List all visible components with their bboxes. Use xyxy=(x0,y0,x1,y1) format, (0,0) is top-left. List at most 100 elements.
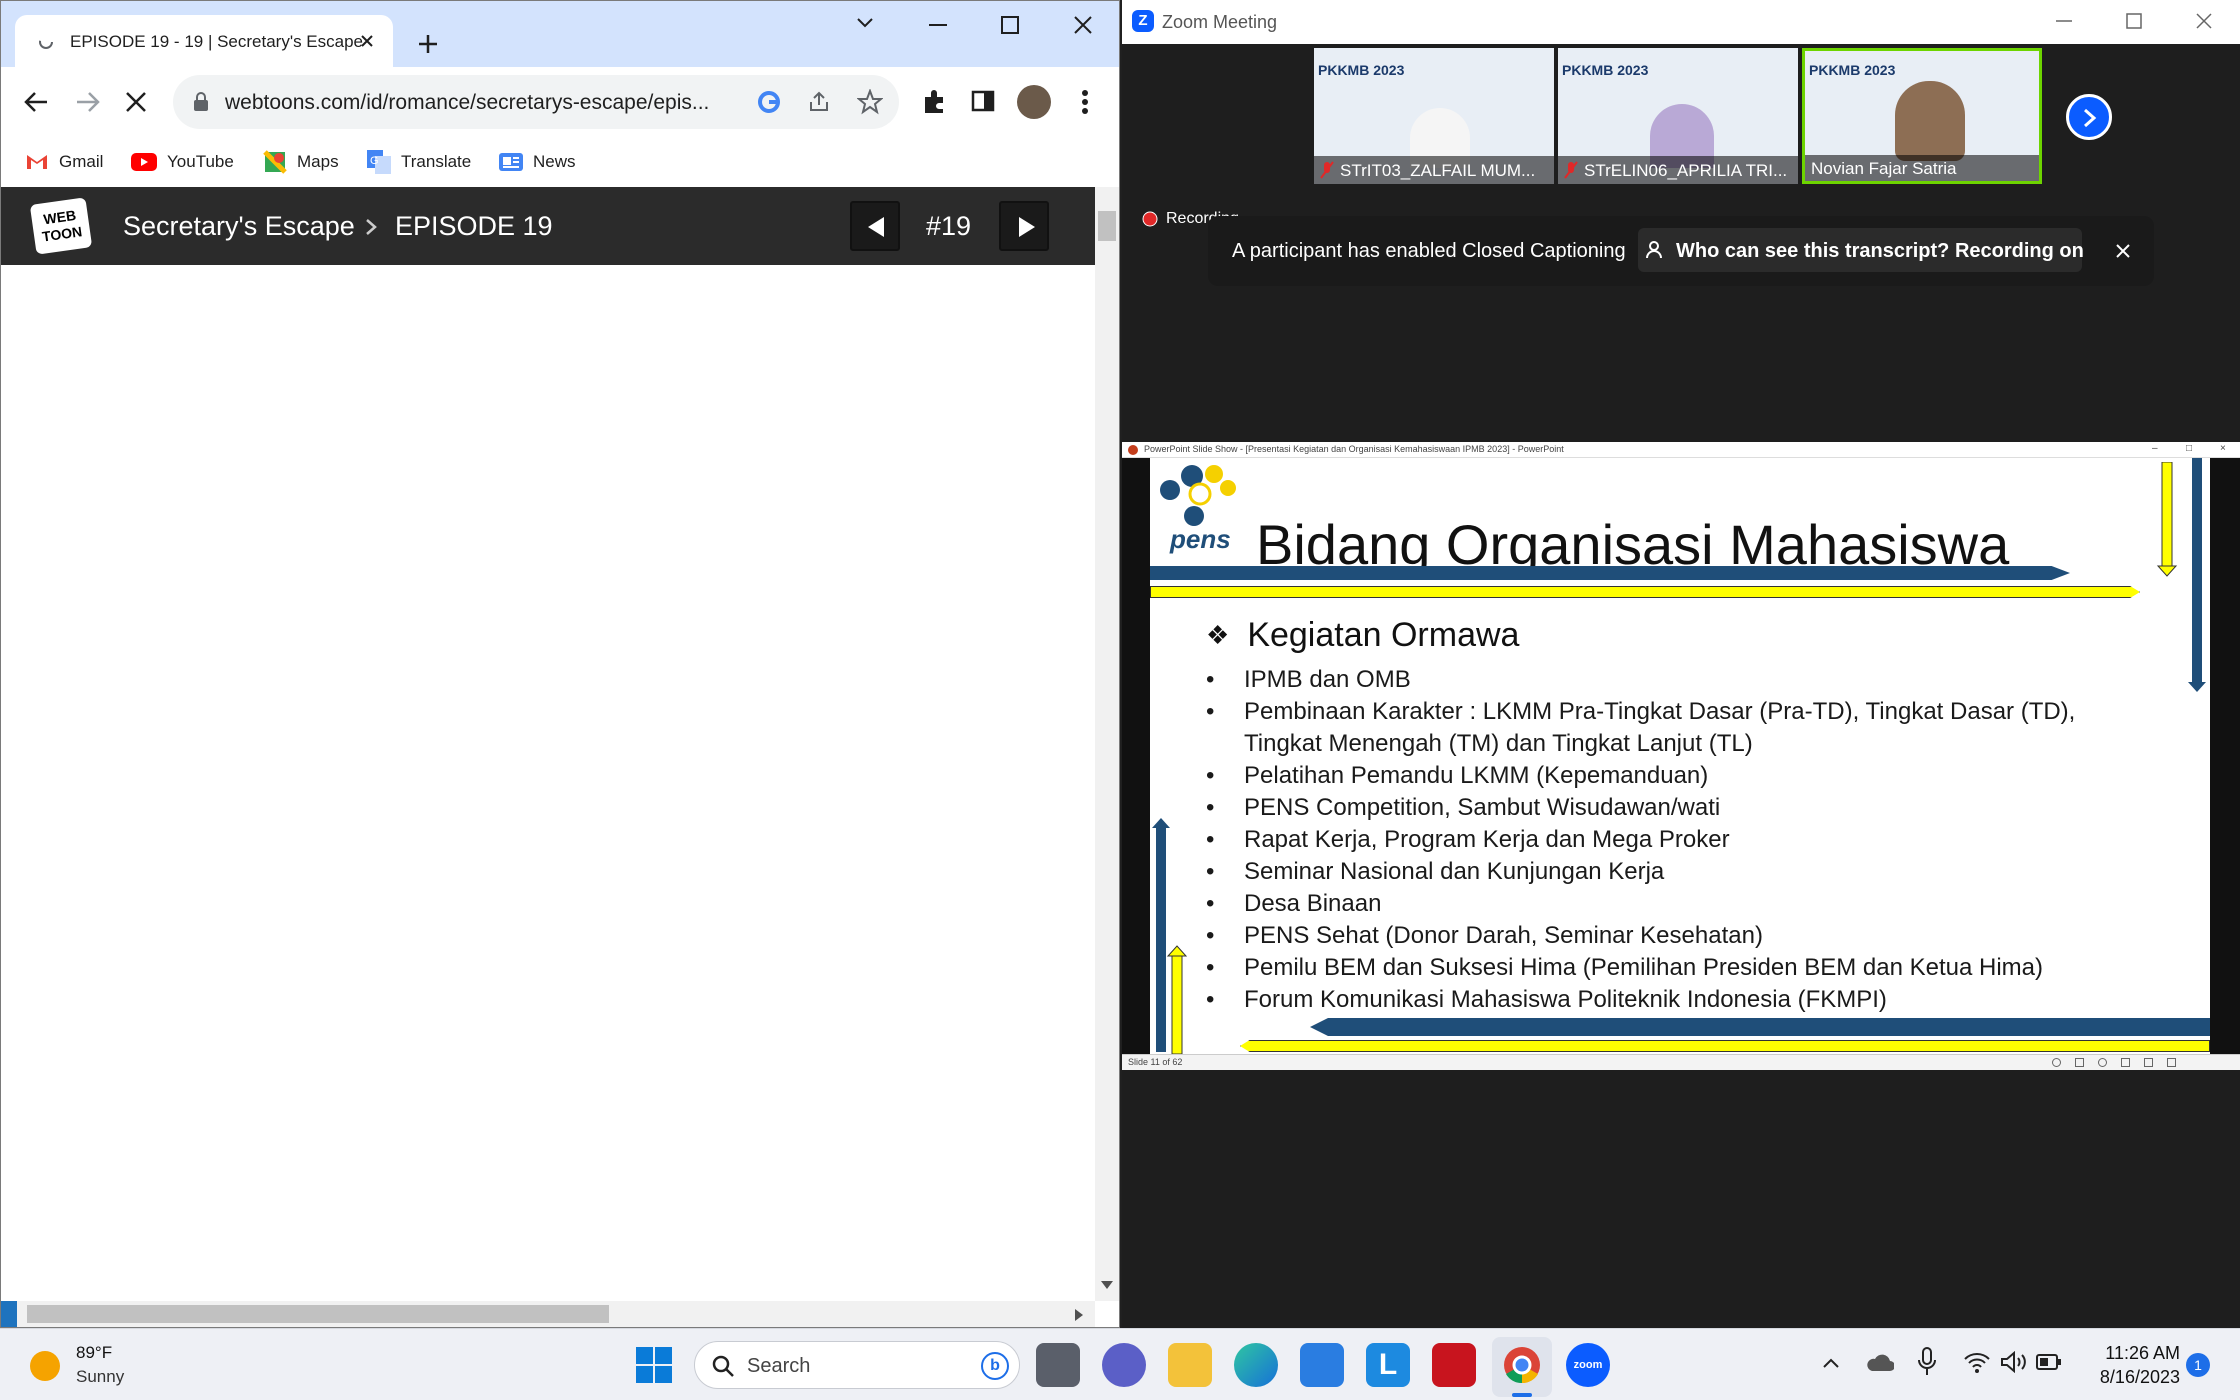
bookmark-star-icon[interactable] xyxy=(857,89,883,115)
view-icon[interactable] xyxy=(2144,1058,2153,1067)
profile-avatar[interactable] xyxy=(1017,85,1051,119)
scrollbar-thumb[interactable] xyxy=(27,1305,609,1323)
chevron-down-icon[interactable] xyxy=(856,17,874,29)
participant-tile[interactable]: PKKMB 2023 STrIT03_ZALFAIL MUM... xyxy=(1314,48,1554,184)
scroll-right-icon[interactable] xyxy=(1075,1309,1083,1321)
view-icon[interactable] xyxy=(2121,1058,2130,1067)
browser-window: EPISODE 19 - 19 | Secretary's Escape web… xyxy=(0,0,1120,1328)
clock[interactable]: 11:26 AM 8/16/2023 xyxy=(2070,1341,2180,1389)
zoom-logo-icon: Z xyxy=(1132,10,1154,32)
address-bar[interactable]: webtoons.com/id/romance/secretarys-escap… xyxy=(173,75,899,129)
close-icon[interactable] xyxy=(2116,244,2130,258)
view-icon[interactable] xyxy=(2167,1058,2176,1067)
close-icon[interactable] xyxy=(359,33,375,49)
footer-bar-navy xyxy=(1310,1018,2210,1036)
horizontal-scrollbar[interactable] xyxy=(1,1301,1095,1327)
scroll-marker xyxy=(1,1301,17,1327)
chevron-right-icon xyxy=(2084,108,2097,128)
bookmark-gmail[interactable]: Gmail xyxy=(25,147,103,177)
view-icon[interactable] xyxy=(2098,1058,2107,1067)
volume-icon[interactable] xyxy=(2000,1351,2028,1373)
edge-icon[interactable] xyxy=(1234,1343,1278,1387)
tile-banner-title: PKKMB 2023 xyxy=(1809,62,1896,78)
bookmark-label: Maps xyxy=(297,152,339,171)
stop-loading-icon[interactable] xyxy=(125,91,147,113)
next-participants-button[interactable] xyxy=(2066,94,2112,140)
footer-bar-yellow xyxy=(1240,1040,2210,1052)
scroll-down-icon[interactable] xyxy=(1101,1281,1113,1289)
title-underline-yellow xyxy=(1150,586,2140,598)
window-close-icon[interactable] xyxy=(1074,16,1092,34)
back-icon[interactable] xyxy=(23,89,49,115)
maximize-icon[interactable] xyxy=(1001,16,1019,34)
maximize-icon[interactable]: □ xyxy=(2186,443,2192,454)
window-close-icon[interactable] xyxy=(2196,13,2212,29)
view-controls[interactable] xyxy=(2052,1058,2232,1068)
bookmark-maps[interactable]: Maps xyxy=(263,147,339,177)
side-panel-icon[interactable] xyxy=(971,89,995,113)
vertical-scrollbar[interactable] xyxy=(1095,187,1119,1301)
previous-episode-button[interactable] xyxy=(850,201,900,251)
pens-logo-text: pens xyxy=(1170,524,1231,554)
taskbar-search[interactable]: Search b xyxy=(694,1341,1020,1389)
onedrive-icon[interactable] xyxy=(1866,1351,1894,1373)
notification-badge[interactable]: 1 xyxy=(2186,1353,2210,1377)
next-arrow-icon xyxy=(1019,217,1035,237)
bookmark-label: News xyxy=(533,152,576,171)
extensions-icon[interactable] xyxy=(921,89,947,115)
tile-banner-title: PKKMB 2023 xyxy=(1562,62,1649,78)
recording-icon xyxy=(1142,211,1158,227)
bookmark-news[interactable]: News xyxy=(499,147,576,177)
chrome-taskbar-button[interactable] xyxy=(1492,1337,1552,1397)
slide-subheading: ❖ Kegiatan Ormawa xyxy=(1206,616,1519,655)
window-close-icon[interactable]: × xyxy=(2220,443,2226,454)
microsoft-store-icon[interactable] xyxy=(1300,1343,1344,1387)
wifi-icon[interactable] xyxy=(1964,1351,1990,1373)
windows-start-icon[interactable] xyxy=(636,1347,672,1383)
episode-title: EPISODE 19 xyxy=(395,211,553,241)
slide-counter: Slide 11 of 62 xyxy=(1128,1057,1183,1067)
chevron-up-icon[interactable] xyxy=(1822,1357,1840,1369)
bookmark-youtube[interactable]: YouTube xyxy=(131,147,234,177)
weather-widget[interactable]: 89°F Sunny xyxy=(30,1343,170,1387)
participant-tile[interactable]: PKKMB 2023 STrELIN06_APRILIA TRI... xyxy=(1558,48,1798,184)
clock-time: 11:26 AM xyxy=(2105,1343,2180,1363)
next-episode-button[interactable] xyxy=(999,201,1049,251)
task-view-icon[interactable] xyxy=(1036,1343,1080,1387)
bullet-item: Pelatihan Pemandu LKMM (Kepemanduan) xyxy=(1206,760,2106,792)
bing-icon[interactable]: b xyxy=(981,1352,1009,1380)
browser-tab[interactable]: EPISODE 19 - 19 | Secretary's Escape xyxy=(15,15,393,67)
minimize-icon[interactable] xyxy=(929,23,947,27)
tile-banner-title: PKKMB 2023 xyxy=(1318,62,1405,78)
minimize-icon[interactable] xyxy=(2056,20,2072,22)
cc-message: A participant has enabled Closed Caption… xyxy=(1232,240,1626,262)
transcript-info-button[interactable]: Who can see this transcript? Recording o… xyxy=(1638,228,2084,272)
bookmark-translate[interactable]: G Translate xyxy=(367,147,471,177)
zoom-taskbar-icon[interactable]: zoom xyxy=(1566,1343,1610,1387)
file-explorer-icon[interactable] xyxy=(1168,1343,1212,1387)
mcafee-icon[interactable] xyxy=(1432,1343,1476,1387)
taskbar: 89°F Sunny Search b L zoom 11:26 AM 8/16… xyxy=(0,1328,2240,1400)
share-icon[interactable] xyxy=(807,90,831,114)
microphone-icon[interactable] xyxy=(1918,1347,1936,1377)
forward-icon[interactable] xyxy=(75,89,101,115)
battery-icon[interactable] xyxy=(2036,1353,2062,1371)
l-app-icon[interactable]: L xyxy=(1366,1343,1410,1387)
view-icon[interactable] xyxy=(2052,1058,2061,1067)
maximize-icon[interactable] xyxy=(2126,13,2142,29)
teams-chat-icon[interactable] xyxy=(1102,1343,1146,1387)
minimize-icon[interactable]: – xyxy=(2152,443,2158,454)
google-lens-icon[interactable] xyxy=(757,90,781,114)
scrollbar-thumb[interactable] xyxy=(1098,211,1116,241)
view-icon[interactable] xyxy=(2075,1058,2084,1067)
bullet-item: IPMB dan OMB xyxy=(1206,664,2106,696)
participant-name: STrIT03_ZALFAIL MUM... xyxy=(1340,161,1536,180)
news-icon xyxy=(499,153,523,171)
new-tab-icon[interactable] xyxy=(415,31,441,57)
tile-name-bar: STrELIN06_APRILIA TRI... xyxy=(1558,156,1798,184)
tile-name-bar: Novian Fajar Satria xyxy=(1805,155,2039,181)
series-title[interactable]: Secretary's Escape xyxy=(123,211,355,242)
participant-tile-active-speaker[interactable]: PKKMB 2023 Novian Fajar Satria xyxy=(1802,48,2042,184)
more-menu-icon[interactable] xyxy=(1081,89,1089,115)
webtoon-logo[interactable]: WEB TOON xyxy=(29,197,93,255)
